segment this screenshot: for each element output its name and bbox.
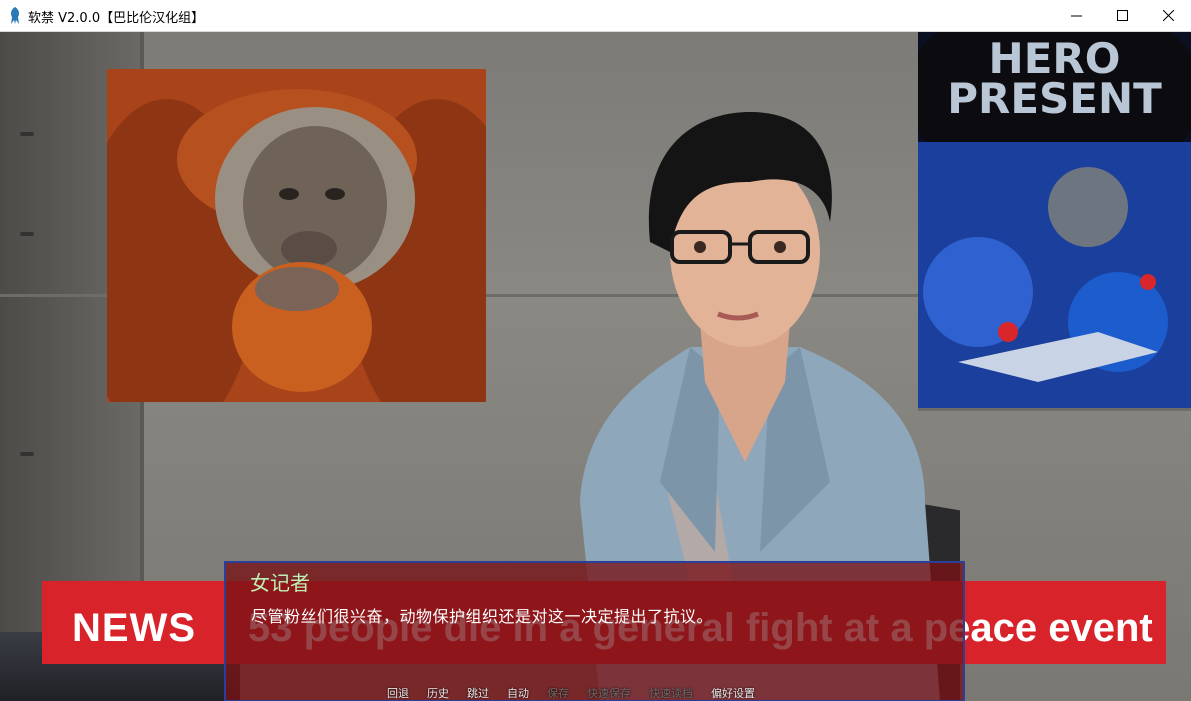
- quickmenu-history[interactable]: 历史: [418, 685, 458, 701]
- game-scene[interactable]: HERO PRESENT NEWS 53 people die in a gen…: [0, 32, 1191, 701]
- wall-bolt: [20, 132, 34, 136]
- wall-bolt: [20, 232, 34, 236]
- minimize-icon: [1070, 15, 1082, 17]
- quickmenu-skip[interactable]: 跳过: [458, 685, 498, 701]
- window-title: 软禁 V2.0.0【巴比伦汉化组】: [28, 11, 205, 26]
- wall-bolt: [20, 452, 34, 456]
- close-button[interactable]: [1145, 0, 1191, 31]
- maximize-icon: [1116, 10, 1128, 21]
- quick-menu: 回退 历史 跳过 自动 保存 快速保存 快速读档 偏好设置: [378, 685, 764, 701]
- news-label: NEWS: [72, 606, 196, 650]
- minimize-button[interactable]: [1053, 0, 1099, 31]
- window-titlebar: 软禁 V2.0.0【巴比伦汉化组】: [0, 0, 1191, 32]
- quickmenu-auto[interactable]: 自动: [498, 685, 538, 701]
- dialogue-box[interactable]: [224, 561, 965, 701]
- quickmenu-save[interactable]: 保存: [538, 685, 578, 701]
- quickmenu-preferences[interactable]: 偏好设置: [702, 685, 764, 701]
- quickmenu-rollback[interactable]: 回退: [378, 685, 418, 701]
- orangutan-photo: [107, 69, 486, 402]
- quickmenu-quicksave[interactable]: 快速保存: [578, 685, 640, 701]
- quickmenu-quickload[interactable]: 快速读档: [640, 685, 702, 701]
- close-icon: [1162, 10, 1174, 21]
- maximize-button[interactable]: [1099, 0, 1145, 31]
- dialogue-text: 尽管粉丝们很兴奋，动物保护组织还是对这一决定提出了抗议。: [251, 607, 714, 626]
- squid-app-icon: [11, 7, 19, 24]
- speaker-name: 女记者: [250, 571, 310, 595]
